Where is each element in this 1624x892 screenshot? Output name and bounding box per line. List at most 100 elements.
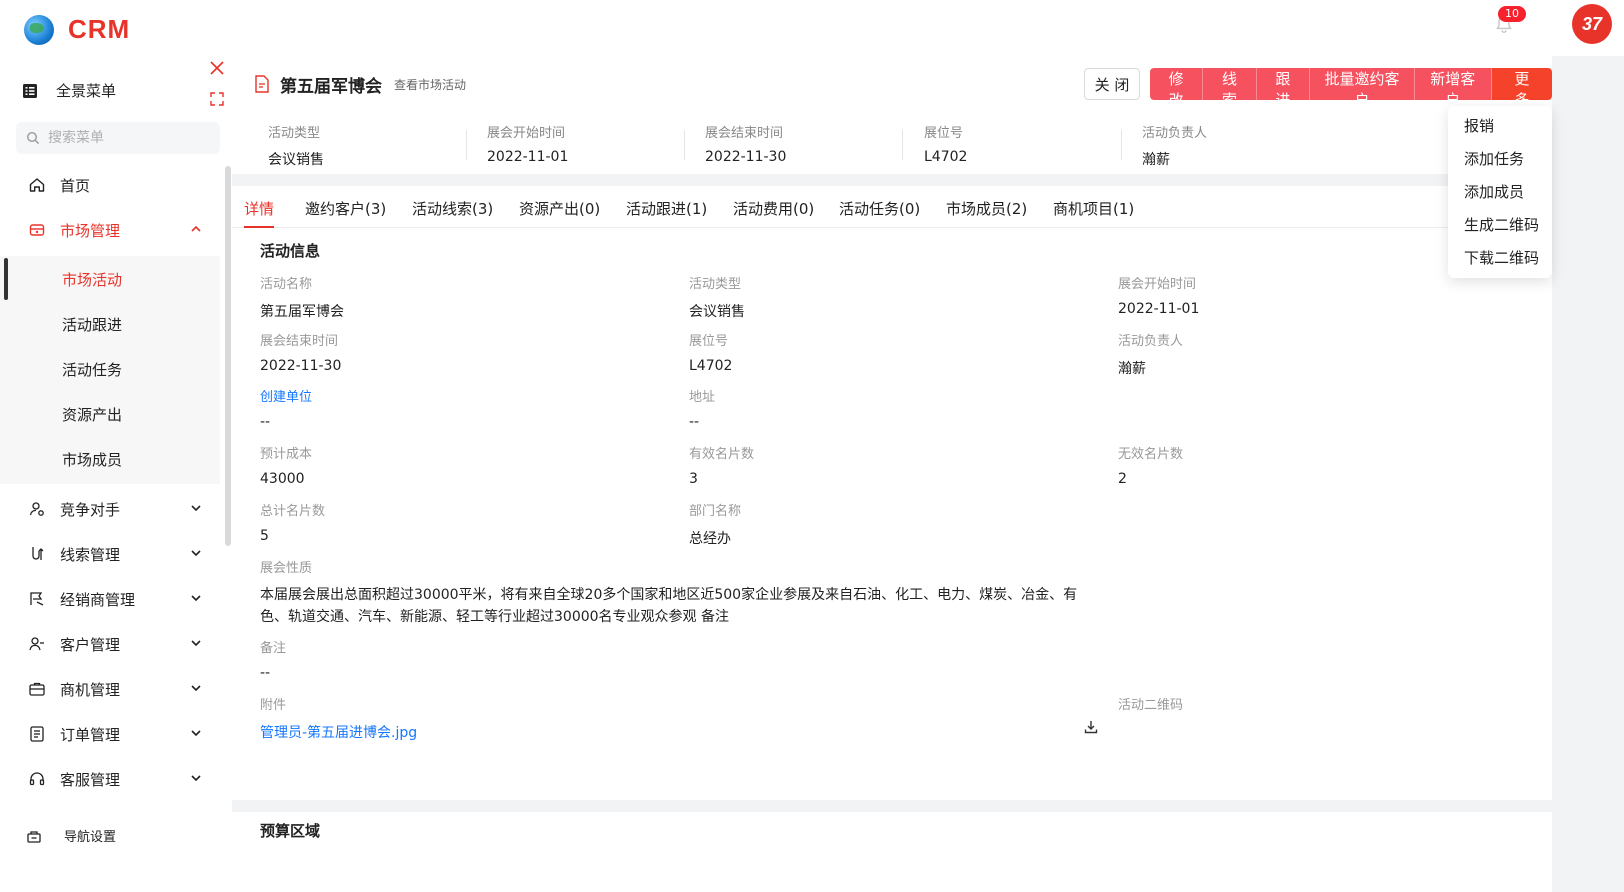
expand-icon[interactable] [210,92,224,106]
tab-opportunity-projects[interactable]: 商机项目(1) [1053,198,1134,219]
nav-settings-button[interactable]: 导航设置 [26,826,116,845]
nav-order[interactable]: 订单管理 [0,713,220,755]
field-value: 3 [689,471,698,487]
notification-badge: 10 [1498,6,1526,22]
field-value: L4702 [689,358,733,374]
chevron-down-icon [191,505,201,512]
sub-label: 资源产出 [62,405,123,424]
nav-competitor[interactable]: 竞争对手 [0,488,220,530]
tab-resource-output[interactable]: 资源产出(0) [519,198,600,219]
sub-label: 活动跟进 [62,315,123,334]
download-icon[interactable] [1084,720,1098,734]
section-title-activity-info: 活动信息 [260,242,321,260]
sub-label: 市场成员 [62,450,123,469]
attachment-link[interactable]: 管理员-第五届进博会.jpg [260,722,417,742]
logo[interactable]: CRM [24,14,130,45]
lead-button[interactable]: 线 索 [1203,68,1257,100]
more-dropdown-menu: 报销 添加任务 添加成员 生成二维码 下载二维码 [1448,106,1552,278]
sidebar-item-resource-output[interactable]: 资源产出 [0,393,220,435]
field-value: -- [260,665,271,681]
menu-item-download-qrcode[interactable]: 下载二维码 [1448,242,1552,275]
field-activity-type: 活动类型 会议销售 [689,273,745,321]
add-customer-button[interactable]: 新增客户 [1414,68,1492,100]
section-gap [232,800,1552,812]
field-label: 活动名称 [260,277,313,292]
settings-icon [27,830,41,843]
batch-invite-button[interactable]: 批量邀约客户 [1310,68,1415,100]
summary-key: 活动类型 [268,126,321,141]
tab-activity-followup[interactable]: 活动跟进(1) [626,198,707,219]
close-icon[interactable] [209,60,225,76]
nav-label: 线索管理 [60,545,121,564]
field-value: 会议销售 [689,304,745,320]
field-label: 活动类型 [689,277,742,292]
more-button[interactable]: 更 多 [1491,68,1552,100]
field-total-cards: 总计名片数 5 [260,500,325,544]
nav-label: 商机管理 [60,680,121,699]
summary-item: 活动负责人 瀚薪 [1142,122,1207,168]
search-input[interactable] [48,130,208,146]
edit-button[interactable]: 修 改 [1150,68,1204,100]
nav-leads[interactable]: 线索管理 [0,533,220,575]
avatar[interactable]: 37 [1572,4,1612,44]
leads-icon [32,547,44,560]
field-creating-org: 创建单位 -- [260,386,312,430]
field-label: 地址 [689,390,716,405]
sidebar-scrollbar[interactable] [225,166,231,546]
divider [1121,130,1122,160]
sidebar-item-market-activity[interactable]: 市场活动 [0,258,220,300]
nav-home[interactable]: 首页 [0,164,220,206]
field-valid-cards: 有效名片数 3 [689,443,754,487]
nav-opportunity[interactable]: 商机管理 [0,668,220,710]
field-activity-qrcode: 活动二维码 [1118,694,1183,713]
tab-invited-customers[interactable]: 邀约客户(3) [305,198,386,219]
nav-market[interactable]: 市场管理 [0,209,220,251]
nav-service[interactable]: 客服管理 [0,758,220,800]
home-icon [29,178,45,192]
close-button[interactable]: 关 闭 [1084,68,1140,100]
section-title-budget: 预算区域 [260,822,321,840]
summary-item: 活动类型 会议销售 [268,122,324,168]
menu-item-add-task[interactable]: 添加任务 [1448,143,1552,176]
field-address: 地址 -- [689,386,715,430]
menu-item-add-member[interactable]: 添加成员 [1448,176,1552,209]
menu-search[interactable] [16,122,220,154]
field-label: 总计名片数 [260,504,326,519]
tab-detail[interactable]: 详情 [244,198,275,228]
creating-org-link[interactable]: 创建单位 [260,386,312,405]
summary-item: 展会结束时间 2022-11-30 [705,122,786,168]
menu-all-label: 全景菜单 [56,82,117,100]
summary-key: 展会开始时间 [487,126,566,141]
sidebar-item-activity-followup[interactable]: 活动跟进 [0,303,220,345]
followup-button[interactable]: 跟 进 [1256,68,1311,100]
menu-item-reimburse[interactable]: 报销 [1448,110,1552,143]
menu-all-button[interactable]: 全景菜单 [22,80,116,101]
field-end-date: 展会结束时间 2022-11-30 [260,330,341,374]
nav-customer[interactable]: 客户管理 [0,623,220,665]
globe-logo-icon [24,14,54,45]
chevron-down-icon [191,775,201,782]
sidebar-item-activity-task[interactable]: 活动任务 [0,348,220,390]
nav-dealer[interactable]: 经销商管理 [0,578,220,620]
field-label: 活动负责人 [1118,334,1184,349]
field-label: 展会开始时间 [1118,277,1197,292]
nav-settings-label: 导航设置 [64,830,117,845]
field-value: 43000 [260,471,305,487]
tab-market-members[interactable]: 市场成员(2) [946,198,1027,219]
top-bar: CRM 10 37 [0,0,1624,56]
tab-activity-cost[interactable]: 活动费用(0) [733,198,814,219]
field-value: 本届展会展出总面积超过30000平米，将有来自全球20多个国家和地区近500家企… [260,587,1078,625]
sidebar-item-market-member[interactable]: 市场成员 [0,438,220,480]
sub-label: 活动任务 [62,360,123,379]
field-value: -- [260,414,271,430]
chevron-down-icon [191,730,201,737]
tab-activity-task[interactable]: 活动任务(0) [839,198,920,219]
divider [684,130,685,160]
panel-controls [202,52,232,114]
menu-item-generate-qrcode[interactable]: 生成二维码 [1448,209,1552,242]
field-start-date: 展会开始时间 2022-11-01 [1118,273,1199,317]
field-label: 预计成本 [260,447,313,462]
tab-activity-leads[interactable]: 活动线索(3) [412,198,493,219]
nav-label: 市场管理 [60,221,121,240]
summary-item: 展位号 L4702 [924,122,967,168]
